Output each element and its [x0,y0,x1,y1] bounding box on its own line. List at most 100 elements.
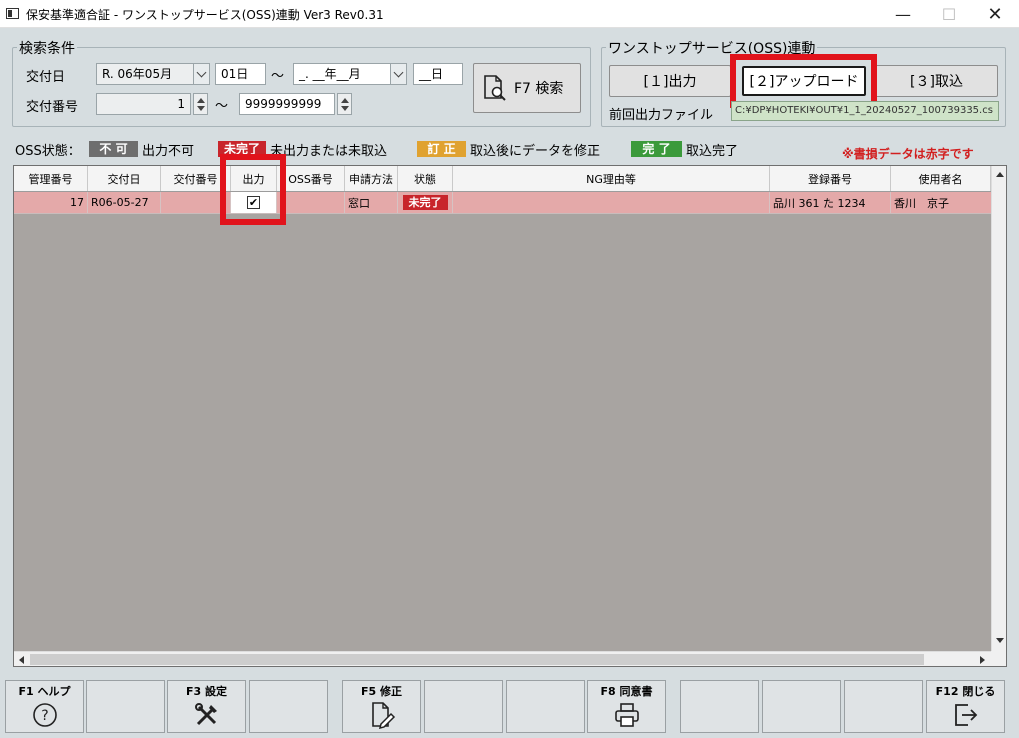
number-range-separator: 〜 [215,99,229,114]
scroll-left-arrow[interactable] [19,656,24,664]
search-button[interactable]: F7 検索 [473,63,581,113]
f9-blank-button [680,680,759,733]
cell-kanri: 17 [14,192,88,213]
horizontal-scrollbar[interactable] [14,651,991,666]
col-header-oss-number[interactable]: OSS番号 [277,166,345,191]
chevron-down-icon [393,67,404,77]
col-header-method[interactable]: 申請方法 [345,166,398,191]
svg-text:?: ? [41,708,48,724]
arrow-left-icon [19,656,24,664]
scroll-thumb[interactable] [30,654,924,665]
col-header-kanri[interactable]: 管理番号 [14,166,88,191]
date-from-day-field[interactable]: 01日 [215,63,266,85]
number-to-field[interactable]: 9999999999 [239,93,335,115]
last-file-path: C:¥DP¥HOTEKI¥OUT¥1_1_20240527_100739335.… [731,101,999,121]
spin-up-icon [197,98,205,103]
last-file-label: 前回出力ファイル [609,108,714,123]
status-badge-complete: 完 了 [631,141,682,157]
scroll-right-arrow[interactable] [980,656,985,664]
date-from-dropdown-button[interactable] [193,63,210,85]
scroll-down-arrow[interactable] [996,638,1004,643]
date-range-separator: 〜 [271,69,285,84]
spoiled-data-note: ※書損データは赤字です [842,147,974,161]
number-from-spinner[interactable] [193,93,208,115]
fkey-label: F5 修正 [361,685,402,698]
f8-consent-form-button[interactable]: F8 同意書 [587,680,666,733]
arrow-right-icon [980,656,985,664]
col-header-status[interactable]: 状態 [398,166,453,191]
app-icon [6,8,19,19]
grid-header: 管理番号 交付日 交付番号 出力 OSS番号 申請方法 状態 NG理由等 登録番… [14,166,991,192]
number-to-spinner[interactable] [337,93,352,115]
import-button[interactable]: [３]取込 [875,65,998,97]
f10-blank-button [762,680,841,733]
f7-blank-button [506,680,585,733]
status-text-incomplete: 未出力または未取込 [270,144,388,159]
arrow-down-icon [996,638,1004,643]
f2-blank-button [86,680,165,733]
f12-close-button[interactable]: F12 閉じる [926,680,1005,733]
status-badge: 未完了 [402,195,448,210]
date-to-dropdown-button[interactable] [390,63,407,85]
output-button[interactable]: [１]出力 [609,65,731,97]
status-badge-unavailable: 不 可 [89,141,138,157]
fkey-label: F3 設定 [186,685,227,698]
cell-date: R06-05-27 [88,192,161,213]
edit-document-icon [371,702,395,730]
number-label: 交付番号 [26,100,79,115]
arrow-up-icon [996,172,1004,177]
f4-blank-button [249,680,328,733]
exit-icon [954,704,977,726]
search-group-legend: 検索条件 [17,38,77,58]
close-button[interactable]: ✕ [972,0,1018,28]
spin-down-icon [197,106,205,111]
title-bar: 保安基準適合証 - ワンストップサービス(OSS)連動 Ver3 Rev0.31… [0,0,1019,28]
scrollbar-corner [991,651,1006,666]
date-label: 交付日 [26,70,66,85]
help-icon: ? [32,703,57,727]
f3-settings-button[interactable]: F3 設定 [167,680,246,733]
search-document-icon [484,75,506,101]
f6-blank-button [424,680,503,733]
output-column-highlight-box [220,154,286,225]
fkey-label: F12 閉じる [935,685,996,698]
window-title: 保安基準適合証 - ワンストップサービス(OSS)連動 Ver3 Rev0.31 [26,8,384,22]
date-to-day-field[interactable]: __日 [413,63,463,85]
number-from-field[interactable]: 1 [96,93,191,115]
vertical-scrollbar[interactable] [991,166,1006,651]
fkey-label: F8 同意書 [600,685,653,698]
cell-oss-number [277,192,345,213]
col-header-user-name[interactable]: 使用者名 [891,166,991,191]
oss-status-label: OSS状態： [15,144,81,159]
col-header-ng-reason[interactable]: NG理由等 [453,166,770,191]
spin-up-icon [341,98,349,103]
col-header-date[interactable]: 交付日 [88,166,161,191]
cell-reg-number: 品川 361 た 1234 [770,192,891,213]
data-grid[interactable]: 管理番号 交付日 交付番号 出力 OSS番号 申請方法 状態 NG理由等 登録番… [13,165,1007,667]
scroll-up-arrow[interactable] [996,172,1004,177]
date-to-yearmonth-combo[interactable]: _. __年__月 [293,63,391,85]
status-text-unavailable: 出力不可 [142,144,195,159]
search-button-label: F7 検索 [514,81,564,97]
cell-ng-reason [453,192,770,213]
f1-help-button[interactable]: F1 ヘルプ ? [5,680,84,733]
date-from-yearmonth-combo[interactable]: R. 06年05月 [96,63,194,85]
fkey-label: F1 ヘルプ [18,685,71,698]
f5-edit-button[interactable]: F5 修正 [342,680,421,733]
f11-blank-button [844,680,923,733]
status-text-complete: 取込完了 [686,144,739,159]
chevron-down-icon [196,67,207,77]
minimize-button[interactable]: — [880,0,926,28]
tools-icon [194,703,217,726]
cell-status: 未完了 [398,192,453,213]
upload-highlight-box [730,54,877,108]
cell-user-name: 香川 京子 [894,196,949,210]
status-badge-corrected: 訂 正 [417,141,466,157]
col-header-reg-number[interactable]: 登録番号 [770,166,891,191]
maximize-button[interactable]: ☐ [926,0,972,28]
status-text-corrected: 取込後にデータを修正 [470,144,601,159]
spin-down-icon [341,106,349,111]
printer-icon [614,703,639,727]
table-row[interactable]: 17 R06-05-27 ✔ 窓口 未完了 品川 361 た 1234 香川 京… [14,192,991,214]
cell-method: 窓口 [345,192,398,213]
